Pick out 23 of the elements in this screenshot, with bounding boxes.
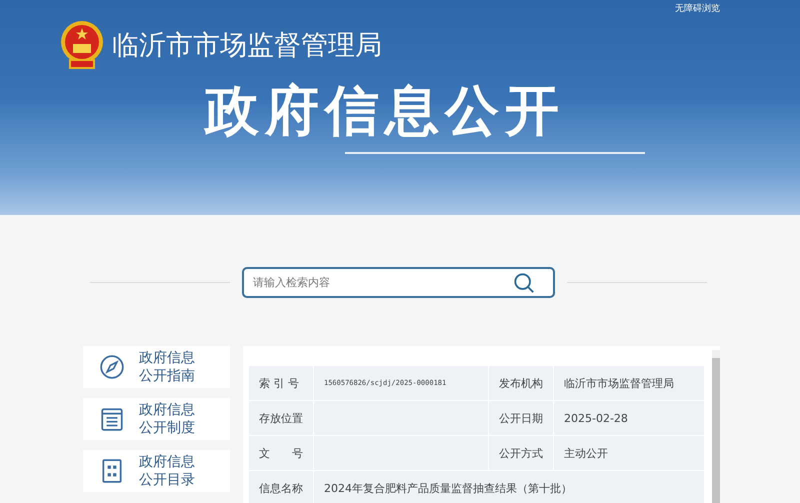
scrollbar[interactable] <box>712 350 720 503</box>
field-label: 发布机构 <box>489 366 554 400</box>
field-label: 索 引 号 <box>249 366 314 400</box>
search-icon[interactable] <box>513 272 535 294</box>
site-title: 临沂市市场监督管理局 <box>112 29 382 63</box>
banner-title: 政府信息公开 <box>205 78 566 144</box>
sidebar-item[interactable]: 政府信息公开指南 <box>83 346 230 388</box>
search-field[interactable]: 请输入检索内容 <box>242 267 555 298</box>
field-value: 临沂市市场监督管理局 <box>563 376 675 392</box>
sidebar-item[interactable]: 政府信息公开目录 <box>83 450 230 492</box>
field-label: 信息名称 <box>249 471 314 503</box>
field-value: 2025-02-28 <box>563 410 629 426</box>
field-label: 公开日期 <box>489 401 554 435</box>
field-label: 文 号 <box>249 436 314 470</box>
field-label: 公开方式 <box>489 436 554 470</box>
emblem-icon <box>60 20 104 70</box>
list-icon <box>99 406 125 432</box>
field-value: 主动公开 <box>563 446 609 462</box>
sidebar-item[interactable]: 政府信息公开制度 <box>83 398 230 440</box>
accessibility-link[interactable]: 无障碍浏览 <box>675 2 720 16</box>
field-label: 存放位置 <box>249 401 314 435</box>
field-value: 2024年复合肥料产品质量监督抽查结果（第十批） <box>323 480 573 496</box>
compass-icon <box>99 354 125 380</box>
